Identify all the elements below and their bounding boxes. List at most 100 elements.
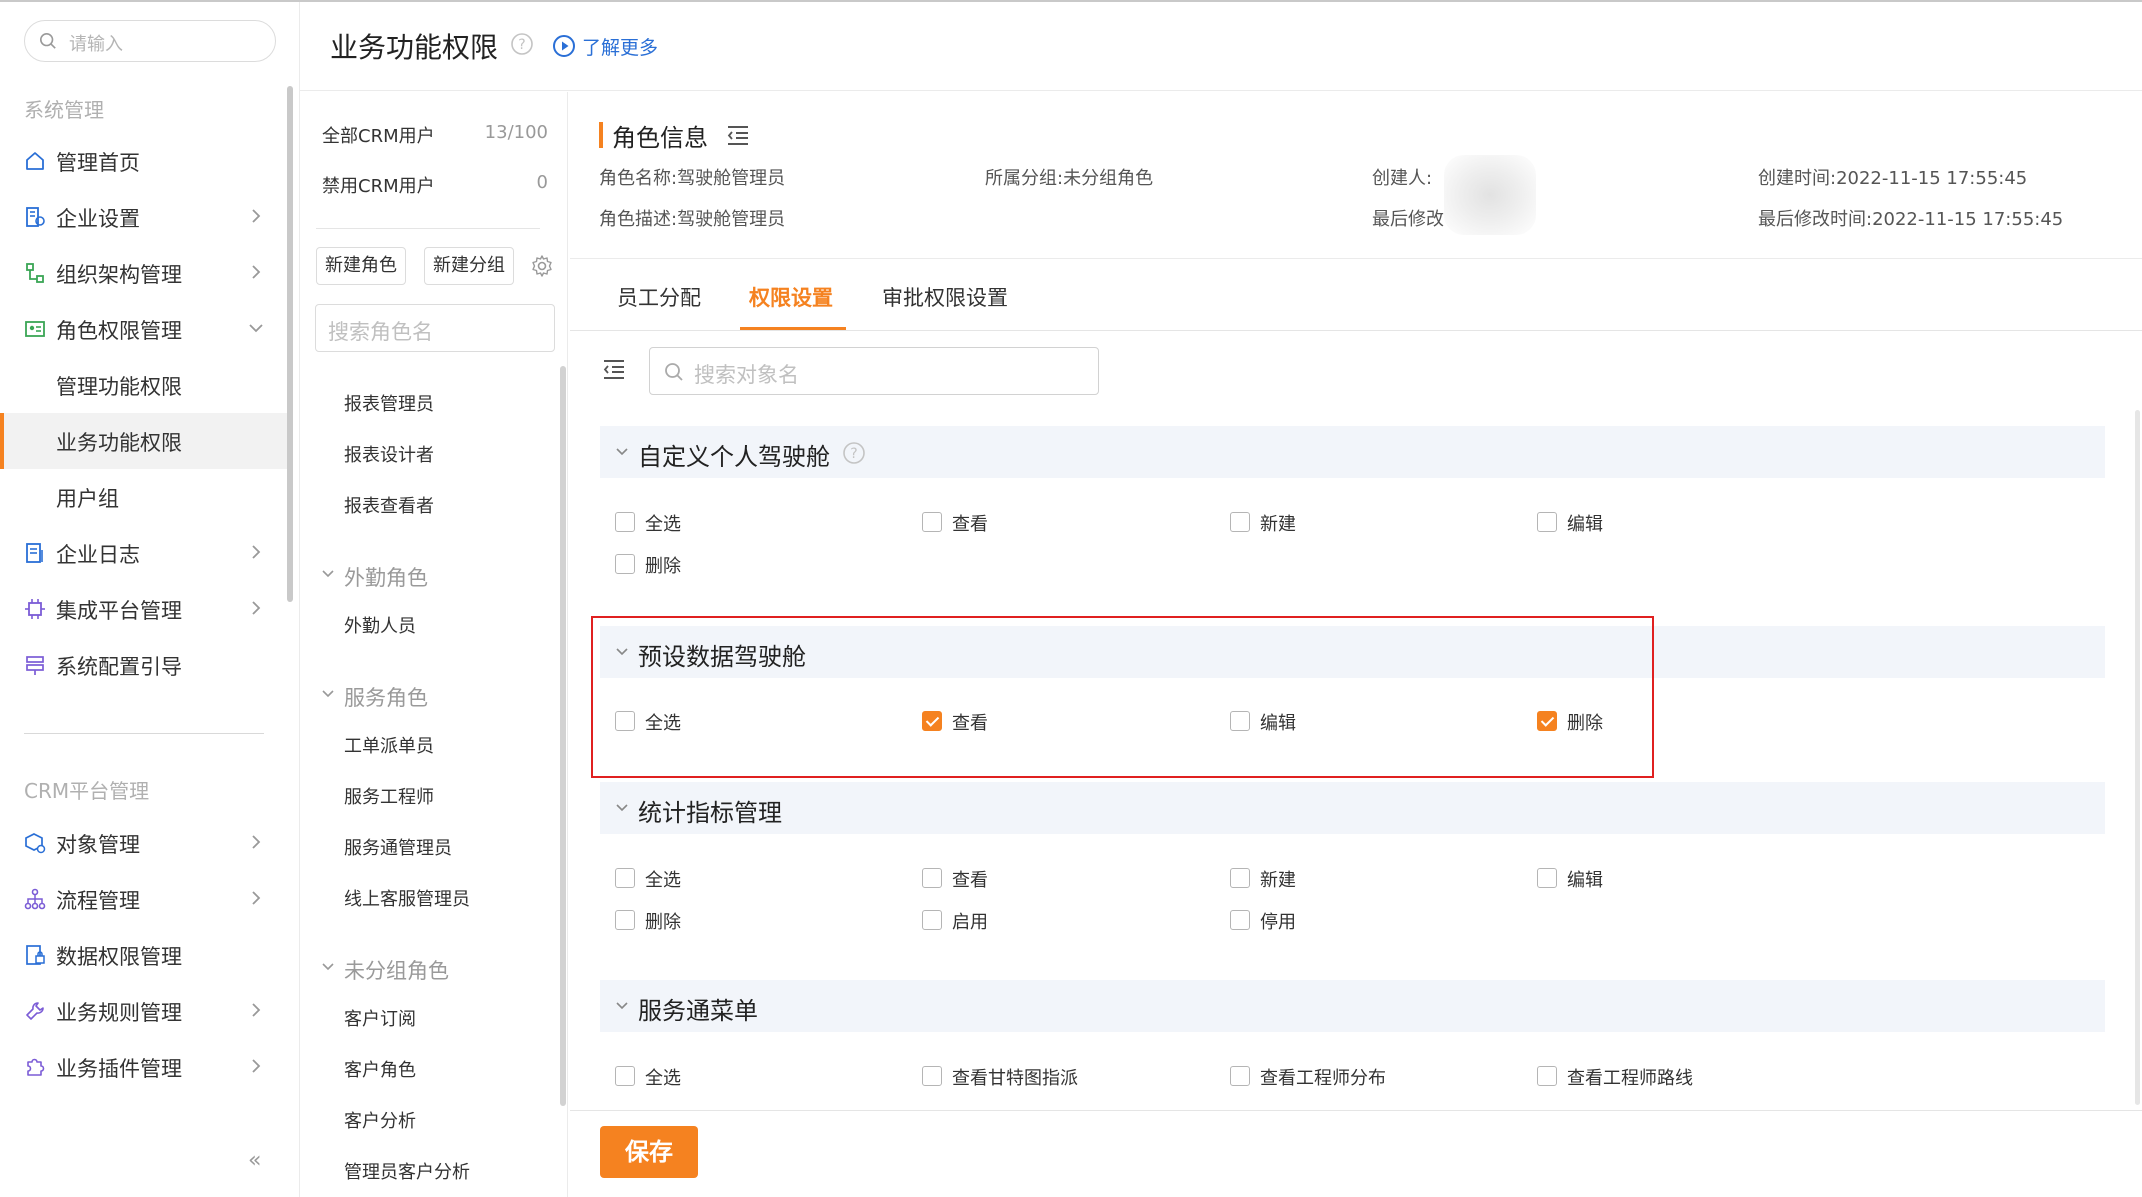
disabled-crm-users-row[interactable]: 禁用CRM用户 0: [322, 172, 548, 198]
data-lock-icon: [26, 945, 45, 965]
sidebar-item-label: 数据权限管理: [56, 945, 182, 969]
perm-label: 启用: [952, 912, 988, 933]
section-header-custom-cockpit[interactable]: 自定义个人驾驶舱 ?: [600, 426, 2105, 478]
checkbox-box: [615, 512, 635, 532]
section-header-service-menu[interactable]: 服务通菜单: [600, 980, 2105, 1032]
gear-icon[interactable]: [530, 254, 554, 278]
sidebar-item-home[interactable]: 管理首页: [0, 133, 288, 189]
section-title: 服务通菜单: [638, 997, 758, 1025]
role-item[interactable]: 服务工程师: [344, 783, 434, 809]
role-item[interactable]: 线上客服管理员: [344, 885, 470, 911]
learn-more-label: 了解更多: [582, 37, 659, 59]
role-desc-value: 驾驶舱管理员: [677, 209, 786, 230]
save-button[interactable]: 保存: [600, 1126, 698, 1178]
disabled-crm-users-count: 0: [536, 172, 548, 193]
tab-permission-settings[interactable]: 权限设置: [749, 282, 833, 312]
sidebar-item-business-rules[interactable]: 业务规则管理: [0, 983, 288, 1039]
all-crm-users-count: 13/100: [484, 122, 548, 143]
sidebar-item-user-groups[interactable]: 用户组: [0, 469, 288, 525]
sidebar-item-process-management[interactable]: 流程管理: [0, 871, 288, 927]
chevron-right-icon: [252, 601, 261, 615]
perm-label: 停用: [1260, 912, 1296, 933]
role-item[interactable]: 报表管理员: [344, 390, 434, 416]
sidebar-scrollbar[interactable]: [287, 86, 293, 602]
building-settings-icon: [26, 207, 45, 227]
perm-label: 删除: [645, 556, 681, 577]
role-name-label: 角色名称:: [599, 168, 678, 189]
section-title: 统计指标管理: [638, 799, 782, 827]
role-item[interactable]: 管理员客户分析: [344, 1158, 470, 1184]
role-list-divider: [316, 228, 540, 229]
modifier-field: 最后修改: [1372, 205, 1444, 231]
role-item[interactable]: 客户订阅: [344, 1005, 416, 1031]
perm-label: 编辑: [1567, 514, 1603, 535]
chevron-right-icon: [252, 209, 261, 223]
wrench-icon: [26, 1002, 44, 1020]
chevron-right-icon: [252, 265, 261, 279]
help-icon[interactable]: ?: [842, 441, 866, 465]
sidebar-search-placeholder: 请输入: [69, 34, 123, 55]
role-search-input[interactable]: 搜索角色名: [315, 304, 555, 352]
role-list-scrollbar[interactable]: [560, 366, 566, 1106]
role-item[interactable]: 客户角色: [344, 1056, 416, 1082]
role-item[interactable]: 报表设计者: [344, 441, 434, 467]
object-search-placeholder: 搜索对象名: [694, 363, 799, 387]
checkbox-box: [615, 554, 635, 574]
tab-employee-assignment[interactable]: 员工分配: [617, 282, 701, 312]
role-item[interactable]: 工单派单员: [344, 732, 434, 758]
role-item[interactable]: 服务通管理员: [344, 834, 452, 860]
sidebar-item-business-plugins[interactable]: 业务插件管理: [0, 1039, 288, 1095]
role-desc-label: 角色描述:: [599, 209, 678, 230]
all-crm-users-row[interactable]: 全部CRM用户 13/100: [322, 122, 548, 148]
chip-icon: [25, 599, 45, 619]
sidebar-item-enterprise-log[interactable]: 企业日志: [0, 525, 288, 581]
perm-label: 查看甘特图指派: [952, 1068, 1078, 1089]
sidebar-item-business-function-permissions[interactable]: 业务功能权限: [0, 413, 288, 469]
sidebar-item-role-permissions[interactable]: 角色权限管理: [0, 301, 288, 357]
checkbox-box: [922, 512, 942, 532]
object-search-input[interactable]: 搜索对象名: [649, 347, 1099, 395]
role-info-divider: [570, 258, 2142, 259]
new-group-button[interactable]: 新建分组: [424, 247, 514, 285]
sidebar-item-enterprise-settings[interactable]: 企业设置: [0, 189, 288, 245]
tab-approval-permission-settings[interactable]: 审批权限设置: [882, 282, 1008, 312]
collapse-menu-icon[interactable]: [726, 124, 750, 146]
footer-divider: [570, 1110, 2142, 1111]
sidebar-item-org[interactable]: 组织架构管理: [0, 245, 288, 301]
sidebar-item-label: 流程管理: [56, 889, 140, 913]
checkbox-box: [1537, 512, 1557, 532]
perm-label: 查看: [952, 514, 988, 535]
sidebar-item-integration-platform[interactable]: 集成平台管理: [0, 581, 288, 637]
sidebar-item-label: 业务规则管理: [56, 1001, 182, 1025]
sidebar-search-input[interactable]: 请输入: [24, 20, 276, 62]
section-header-stat-metrics[interactable]: 统计指标管理: [600, 782, 2105, 834]
sidebar-item-object-management[interactable]: 对象管理: [0, 815, 288, 871]
content-scrollbar[interactable]: [2135, 410, 2140, 1105]
perm-label: 全选: [645, 514, 681, 535]
sidebar-item-data-permissions[interactable]: 数据权限管理: [0, 927, 288, 983]
role-item[interactable]: 外勤人员: [344, 612, 416, 638]
modified-time-field: 最后修改时间:2022-11-15 17:55:45: [1758, 205, 2063, 231]
creator-label: 创建人:: [1372, 168, 1433, 189]
role-search-placeholder: 搜索角色名: [328, 320, 433, 344]
chevron-down-icon: [322, 690, 334, 698]
play-circle-icon: [553, 35, 575, 57]
sidebar-item-admin-function-permissions[interactable]: 管理功能权限: [0, 357, 288, 413]
sidebar-item-config-guide[interactable]: 系统配置引导: [0, 637, 288, 693]
highlight-annotation-box: [591, 616, 1654, 778]
role-item[interactable]: 客户分析: [344, 1107, 416, 1133]
role-group-label: 未分组角色: [344, 959, 449, 983]
help-icon[interactable]: ?: [510, 32, 534, 56]
collapse-sidebar-button[interactable]: «: [248, 1148, 261, 1173]
perm-label: 查看工程师分布: [1260, 1068, 1386, 1089]
checkbox-box: [1230, 868, 1250, 888]
role-list-panel: 全部CRM用户 13/100 禁用CRM用户 0 新建角色 新建分组 搜索角色名…: [300, 92, 568, 1197]
perm-label: 新建: [1260, 514, 1296, 535]
collapse-menu-icon[interactable]: [602, 358, 626, 380]
all-crm-users-label: 全部CRM用户: [322, 126, 435, 147]
role-info-accent-bar: [599, 122, 603, 148]
modified-time-value: 2022-11-15 17:55:45: [1872, 209, 2064, 230]
role-item[interactable]: 报表查看者: [344, 492, 434, 518]
chevron-down-icon: [322, 963, 334, 971]
new-role-button[interactable]: 新建角色: [316, 247, 406, 285]
